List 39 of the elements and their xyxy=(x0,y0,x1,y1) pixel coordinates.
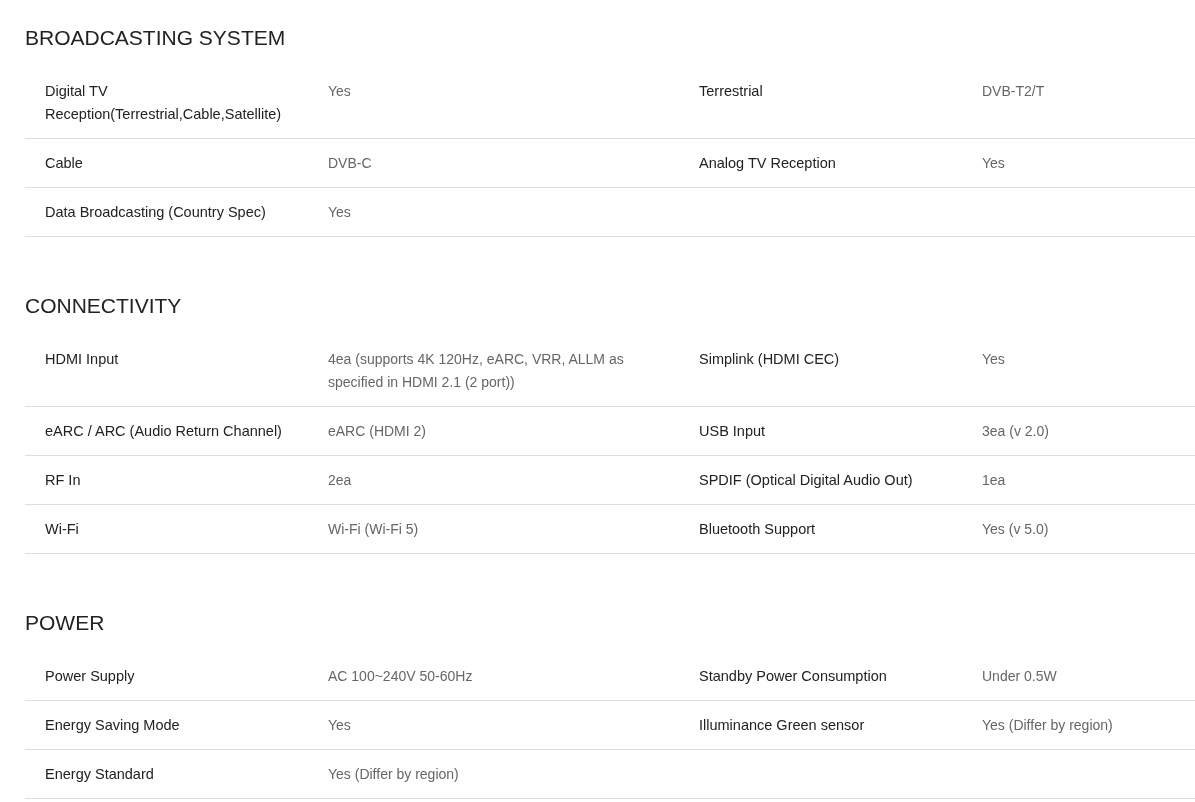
spec-label: Simplink (HDMI CEC) xyxy=(699,350,841,369)
spec-label: USB Input xyxy=(699,422,767,441)
spec-label: Bluetooth Support xyxy=(699,520,817,539)
spec-label: HDMI Input xyxy=(45,350,120,369)
spec-value: 2ea xyxy=(328,471,353,490)
section-heading: BROADCASTING SYSTEM xyxy=(25,25,287,51)
spec-value: eARC (HDMI 2) xyxy=(328,422,427,441)
spec-value: Under 0.5W xyxy=(982,667,1058,686)
spec-value: DVB-C xyxy=(328,154,373,173)
spec-value: AC 100~240V 50-60Hz xyxy=(328,667,474,686)
spec-label: Data Broadcasting (Country Spec) xyxy=(45,203,267,222)
spec-label: eARC / ARC (Audio Return Channel) xyxy=(45,422,283,441)
spec-label: Wi-Fi xyxy=(45,520,80,539)
spec-label: Power Supply xyxy=(45,667,136,686)
spec-label: RF In xyxy=(45,471,82,490)
spec-label: Energy Saving Mode xyxy=(45,716,181,735)
spec-value: 1ea xyxy=(982,471,1007,490)
spec-label: Illuminance Green sensor xyxy=(699,716,866,735)
spec-value: Yes xyxy=(328,716,352,735)
spec-value: Wi-Fi (Wi-Fi 5) xyxy=(328,520,420,539)
spec-value: Yes (v 5.0) xyxy=(982,520,1050,539)
spec-label: Digital TV Reception(Terrestrial,Cable,Satellite) xyxy=(45,82,283,124)
spec-label: SPDIF (Optical Digital Audio Out) xyxy=(699,471,914,490)
spec-value: Yes xyxy=(328,203,352,222)
spec-value: Yes xyxy=(328,82,352,101)
spec-label: Cable xyxy=(45,154,84,173)
spec-value: Yes xyxy=(982,350,1006,369)
spec-label: Terrestrial xyxy=(699,82,764,101)
spec-value: DVB-T2/T xyxy=(982,82,1046,101)
spec-value: Yes (Differ by region) xyxy=(328,765,460,784)
spec-value: Yes (Differ by region) xyxy=(982,716,1114,735)
spec-label: Energy Standard xyxy=(45,765,155,784)
spec-value: 3ea (v 2.0) xyxy=(982,422,1050,441)
spec-label: Standby Power Consumption xyxy=(699,667,888,686)
spec-value: Yes xyxy=(982,154,1006,173)
section-heading: CONNECTIVITY xyxy=(25,293,183,319)
spec-value: 4ea (supports 4K 120Hz, eARC, VRR, ALLM as specified in HDMI 2.1 (2 port)) xyxy=(328,350,625,392)
spec-label: Analog TV Reception xyxy=(699,154,837,173)
section-heading: POWER xyxy=(25,610,106,636)
